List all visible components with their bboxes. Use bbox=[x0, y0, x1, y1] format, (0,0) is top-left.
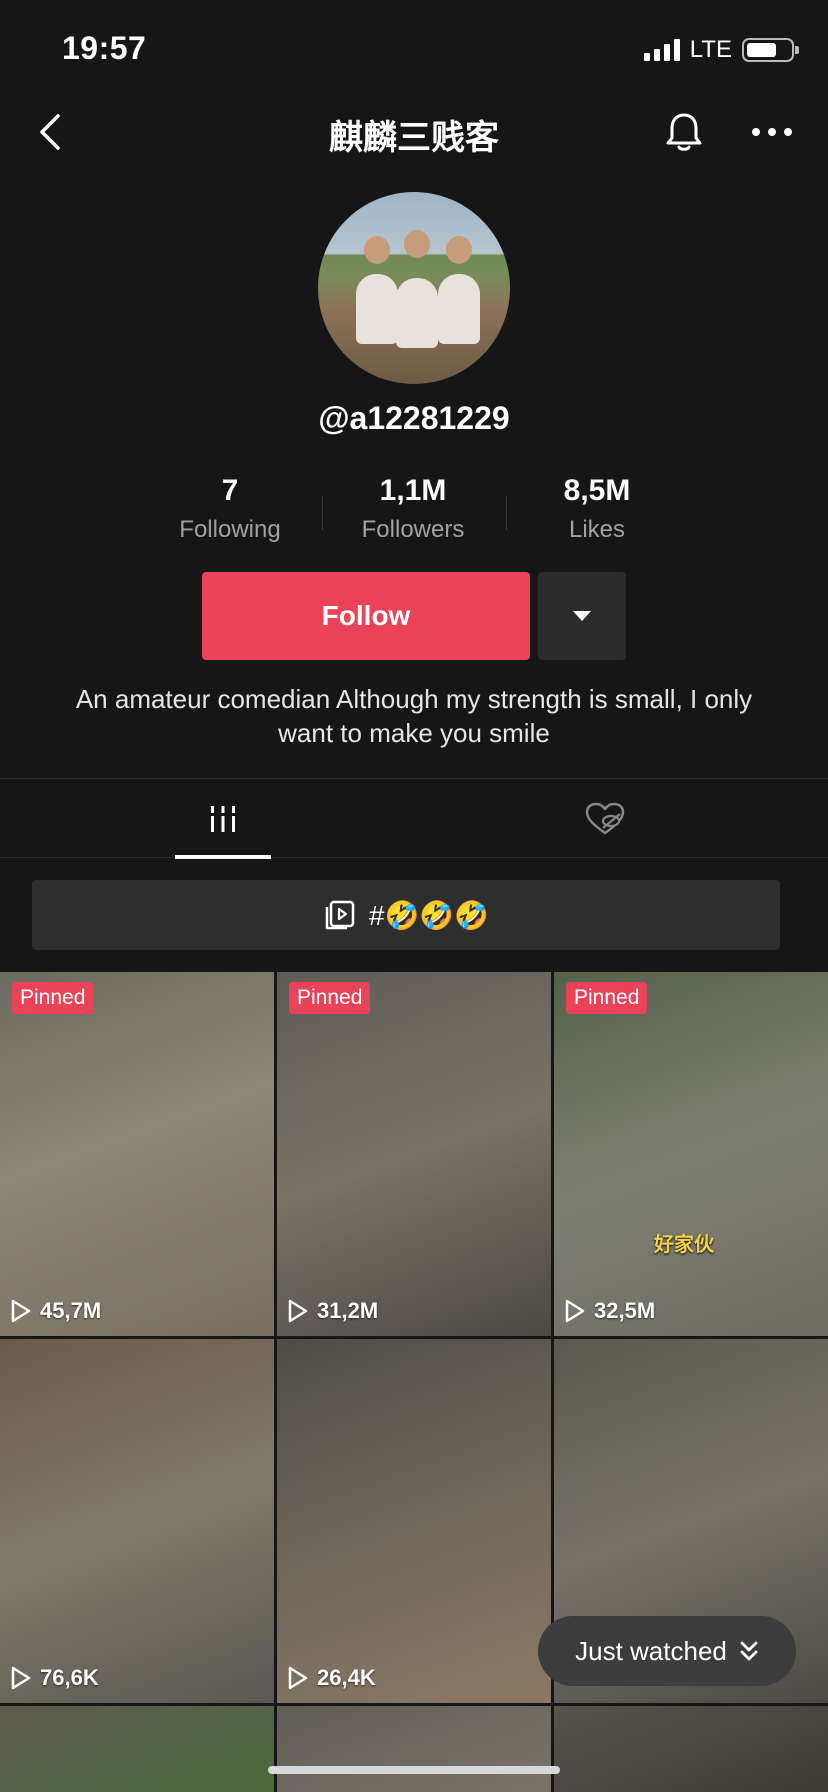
video-tile[interactable] bbox=[554, 1706, 828, 1792]
view-count: 31,2M bbox=[287, 1298, 378, 1324]
pinned-badge: Pinned bbox=[566, 982, 648, 1014]
video-tile[interactable]: 26,4K bbox=[277, 1339, 551, 1703]
stat-label: Following bbox=[179, 516, 281, 543]
battery-level bbox=[747, 43, 777, 57]
follow-button[interactable]: Follow bbox=[202, 572, 530, 660]
video-tile[interactable] bbox=[277, 1706, 551, 1792]
tab-videos[interactable] bbox=[175, 779, 271, 859]
stat-divider bbox=[322, 496, 323, 530]
stat-value: 7 bbox=[221, 474, 239, 507]
stat-label: Followers bbox=[361, 516, 465, 543]
avatar[interactable] bbox=[318, 192, 510, 384]
playlist-icon bbox=[325, 900, 355, 930]
view-count: 76,6K bbox=[10, 1665, 99, 1691]
chevrons-down-icon bbox=[740, 1641, 758, 1661]
playlist-label: #🤣🤣🤣 bbox=[368, 899, 490, 931]
just-watched-button[interactable]: Just watched bbox=[538, 1616, 796, 1686]
view-count-text: 31,2M bbox=[317, 1298, 379, 1323]
stat-followers[interactable]: 1,1M Followers bbox=[333, 474, 493, 544]
view-count: 26,4K bbox=[287, 1665, 376, 1691]
top-nav: 麒麟三贱客 bbox=[0, 100, 828, 164]
active-tab-indicator bbox=[175, 855, 271, 859]
video-caption: 好家伙 bbox=[654, 1234, 714, 1256]
play-icon bbox=[288, 1299, 308, 1323]
view-count-text: 32,5M bbox=[594, 1298, 656, 1323]
play-icon bbox=[565, 1299, 585, 1323]
view-count-text: 45,7M bbox=[40, 1298, 102, 1323]
username: @a12281229 bbox=[318, 400, 510, 436]
network-type: LTE bbox=[689, 36, 732, 63]
stat-likes[interactable]: 8,5M Likes bbox=[517, 474, 677, 544]
status-bar: 19:57 LTE bbox=[0, 0, 828, 96]
home-indicator[interactable] bbox=[268, 1766, 560, 1774]
video-tile[interactable]: 76,6K bbox=[0, 1339, 274, 1703]
stat-following[interactable]: 7 Following bbox=[150, 474, 310, 544]
video-tile[interactable]: Pinned 45,7M bbox=[0, 972, 274, 1336]
pinned-badge: Pinned bbox=[12, 982, 94, 1014]
status-indicators: LTE bbox=[643, 36, 799, 64]
video-tile[interactable]: Pinned 31,2M bbox=[277, 972, 551, 1336]
view-count: 45,7M bbox=[10, 1298, 101, 1324]
stat-value: 1,1M bbox=[379, 474, 447, 507]
playlist-bar[interactable]: #🤣🤣🤣 bbox=[32, 880, 780, 950]
play-icon bbox=[288, 1666, 308, 1690]
caret-down-icon bbox=[573, 611, 591, 621]
signal-icon bbox=[643, 39, 680, 61]
status-time: 19:57 bbox=[62, 30, 147, 66]
more-horizontal-icon bbox=[752, 128, 792, 136]
just-watched-label: Just watched bbox=[575, 1635, 727, 1666]
video-tile[interactable]: Pinned 好家伙 32,5M bbox=[554, 972, 828, 1336]
pinned-badge: Pinned bbox=[289, 982, 371, 1014]
stat-value: 8,5M bbox=[563, 474, 631, 507]
play-icon bbox=[11, 1299, 31, 1323]
stat-label: Likes bbox=[568, 516, 626, 543]
suggested-accounts-button[interactable] bbox=[538, 572, 626, 660]
view-count-text: 76,6K bbox=[40, 1665, 99, 1690]
heart-hidden-icon bbox=[585, 802, 625, 835]
profile-tabs bbox=[0, 778, 828, 859]
tab-liked-videos[interactable] bbox=[557, 779, 653, 859]
stat-divider bbox=[506, 496, 507, 530]
notification-button[interactable] bbox=[660, 108, 708, 156]
bell-icon bbox=[666, 113, 702, 151]
more-options-button[interactable] bbox=[748, 108, 796, 156]
grid-icon bbox=[211, 806, 235, 832]
view-count-text: 26,4K bbox=[317, 1665, 376, 1690]
view-count: 32,5M bbox=[564, 1298, 655, 1324]
profile-stats: 7 Following 1,1M Followers 8,5M Likes bbox=[0, 474, 828, 544]
video-tile[interactable] bbox=[0, 1706, 274, 1792]
play-icon bbox=[11, 1666, 31, 1690]
battery-icon bbox=[742, 38, 799, 62]
bio: An amateur comedian Although my strength… bbox=[75, 684, 753, 748]
